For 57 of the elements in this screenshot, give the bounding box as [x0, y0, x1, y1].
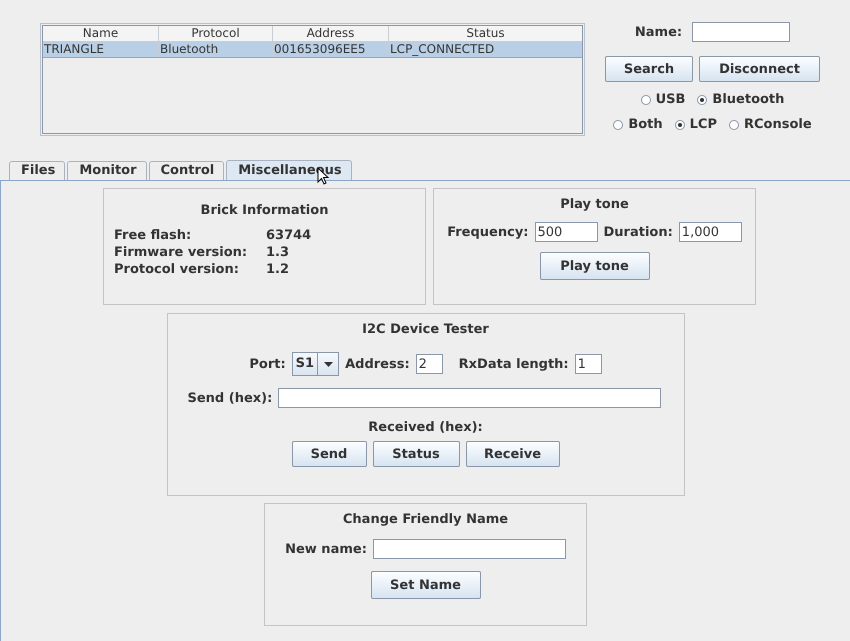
info-value: 1.3 — [266, 245, 290, 260]
device-row[interactable]: TRIANGLE Bluetooth 001653096EE5 LCP_CONNECTED — [43, 42, 582, 58]
i2c-action-button[interactable]: Send — [292, 441, 366, 467]
panel-title: I2C Device Tester — [362, 322, 489, 337]
table-cell: TRIANGLE — [43, 42, 159, 57]
rx-length-label: RxData length: — [458, 356, 569, 372]
radio-icon[interactable] — [728, 120, 739, 130]
i2c-action-button[interactable]: Status — [372, 441, 460, 467]
input-field[interactable]: 500 — [534, 222, 598, 242]
table-cell: Bluetooth — [159, 42, 273, 57]
radio-icon[interactable] — [674, 120, 685, 130]
address-field[interactable]: 2 — [416, 354, 443, 374]
disconnect-button[interactable]: Disconnect — [699, 56, 820, 82]
info-label: Free flash: — [114, 228, 192, 243]
received-hex-label: Received (hex): — [368, 420, 483, 435]
radio-icon[interactable] — [640, 94, 651, 104]
port-label: Port: — [249, 356, 286, 372]
send-hex-field[interactable] — [278, 388, 662, 408]
tab[interactable]: Files — [9, 161, 66, 180]
column-header[interactable]: Address — [273, 26, 389, 41]
panel-title: Play tone — [560, 197, 629, 212]
field-label: Duration: — [604, 224, 673, 240]
panel-title: Brick Information — [200, 203, 328, 218]
radio-option[interactable]: RConsole — [728, 117, 812, 132]
radio-option[interactable]: Bluetooth — [697, 92, 784, 107]
tab[interactable]: Control — [148, 161, 224, 180]
table-cell: 001653096EE5 — [273, 42, 389, 57]
tab[interactable]: Monitor — [67, 161, 146, 180]
name-field[interactable] — [692, 22, 790, 42]
caret-icon — [324, 362, 333, 366]
radio-option[interactable]: LCP — [674, 117, 717, 132]
info-label: Protocol version: — [114, 262, 240, 277]
set-name-button[interactable]: Set Name — [370, 571, 480, 599]
info-label: Firmware version: — [114, 245, 248, 260]
info-value: 1.2 — [266, 262, 290, 277]
radio-icon[interactable] — [697, 94, 708, 104]
new-name-field[interactable] — [372, 539, 566, 559]
search-button[interactable]: Search — [605, 56, 693, 82]
port-dropdown[interactable]: S1 — [292, 352, 340, 376]
play-tone-button[interactable]: Play tone — [540, 252, 650, 280]
column-header[interactable]: Status — [389, 26, 582, 41]
radio-option[interactable]: Both — [613, 117, 663, 132]
column-header[interactable]: Name — [43, 26, 159, 41]
rx-length-field[interactable]: 1 — [574, 354, 602, 374]
radio-option[interactable]: USB — [640, 92, 686, 107]
table-cell-text: LCP_CONNECTED — [389, 42, 496, 57]
panel-title: Change Friendly Name — [342, 512, 508, 527]
name-label: Name: — [634, 24, 682, 40]
input-field[interactable]: 1,000 — [678, 222, 742, 242]
i2c-action-button[interactable]: Receive — [466, 441, 560, 467]
send-hex-label: Send (hex): — [188, 390, 272, 406]
new-name-label: New name: — [285, 542, 367, 556]
column-header[interactable]: Protocol — [159, 26, 273, 41]
address-label: Address: — [345, 356, 410, 372]
radio-icon[interactable] — [613, 120, 624, 130]
field-label: Frequency: — [447, 224, 528, 240]
info-value: 63744 — [266, 228, 312, 243]
